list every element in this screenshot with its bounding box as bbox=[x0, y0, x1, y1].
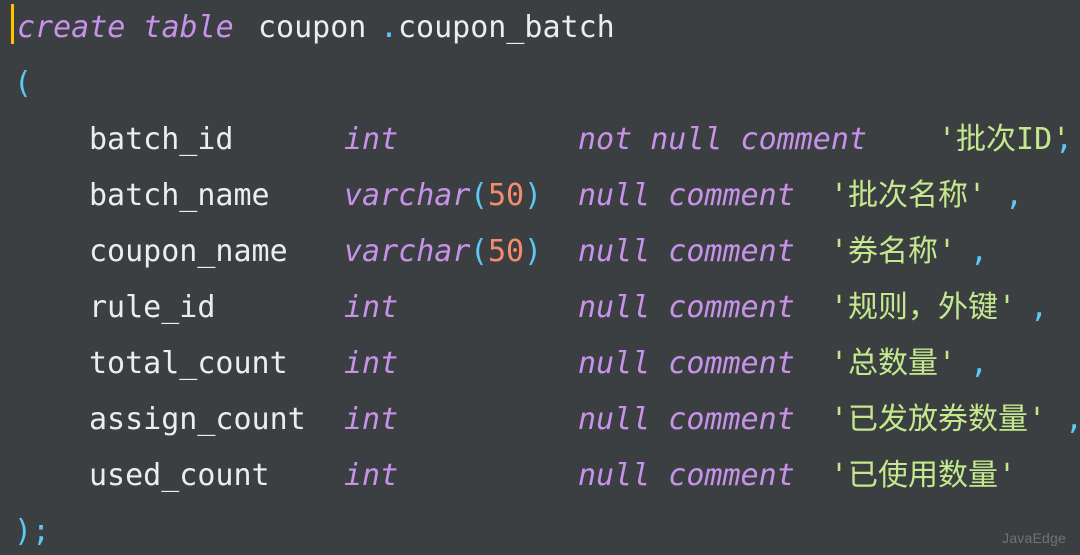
column-name: batch_id bbox=[89, 122, 234, 157]
column-type: varchar bbox=[344, 178, 471, 213]
column-name: rule_id bbox=[89, 290, 216, 325]
type-paren-open: ( bbox=[470, 234, 489, 269]
table-name: coupon_batch bbox=[398, 10, 615, 45]
column-trailing-comma: , bbox=[1030, 290, 1049, 325]
column-name: coupon_name bbox=[89, 234, 288, 269]
type-length: 50 bbox=[488, 234, 525, 269]
column-comment: '批次ID' bbox=[938, 122, 1071, 157]
type-length: 50 bbox=[488, 178, 525, 213]
sql-code-editor[interactable]: create table coupon . coupon_batch ( bat… bbox=[0, 0, 1080, 555]
column-type: varchar bbox=[344, 234, 471, 269]
column-nullability: null comment bbox=[578, 402, 795, 437]
code-line-column-batch-name[interactable]: batch_name varchar ( 50 ) null comment '… bbox=[0, 168, 1080, 224]
keyword-create-table: create table bbox=[17, 10, 234, 45]
schema-table-dot: . bbox=[380, 10, 399, 45]
watermark-label: JavaEdge bbox=[1002, 530, 1066, 546]
column-name: total_count bbox=[89, 346, 288, 381]
column-nullability: null comment bbox=[578, 290, 795, 325]
code-line-column-batch-id[interactable]: batch_id int not null comment '批次ID' , bbox=[0, 112, 1080, 168]
column-comment: '规则，外键' bbox=[830, 290, 1017, 325]
close-paren-semicolon: ); bbox=[14, 514, 51, 549]
column-type: int bbox=[344, 402, 399, 437]
column-trailing-comma: , bbox=[970, 234, 989, 269]
open-paren: ( bbox=[14, 66, 33, 101]
column-type: int bbox=[344, 458, 399, 493]
code-line-column-assign-count[interactable]: assign_count int null comment '已发放券数量' , bbox=[0, 392, 1080, 448]
code-line-column-coupon-name[interactable]: coupon_name varchar ( 50 ) null comment … bbox=[0, 224, 1080, 280]
code-line-open-paren[interactable]: ( bbox=[0, 56, 1080, 112]
column-nullability: not null comment bbox=[578, 122, 867, 157]
column-name: used_count bbox=[89, 458, 270, 493]
code-line-close-statement[interactable]: ); bbox=[0, 504, 1080, 555]
column-comment: '批次名称' bbox=[830, 178, 987, 213]
code-line-column-total-count[interactable]: total_count int null comment '总数量' , bbox=[0, 336, 1080, 392]
column-trailing-comma: , bbox=[1065, 392, 1080, 448]
column-comment: '已使用数量' bbox=[830, 458, 1017, 493]
column-name: batch_name bbox=[89, 178, 270, 213]
type-paren-open: ( bbox=[470, 178, 489, 213]
code-line-column-used-count[interactable]: used_count int null comment '已使用数量' bbox=[0, 448, 1080, 504]
column-comment: '总数量' bbox=[830, 346, 957, 381]
column-nullability: null comment bbox=[578, 458, 795, 493]
schema-name: coupon bbox=[258, 10, 367, 45]
column-nullability: null comment bbox=[578, 346, 795, 381]
type-paren-close: ) bbox=[524, 234, 543, 269]
column-type: int bbox=[344, 290, 399, 325]
type-paren-close: ) bbox=[524, 178, 543, 213]
column-nullability: null comment bbox=[578, 178, 795, 213]
code-line-column-rule-id[interactable]: rule_id int null comment '规则，外键' , bbox=[0, 280, 1080, 336]
column-type: int bbox=[344, 346, 399, 381]
column-trailing-comma: , bbox=[1055, 122, 1074, 157]
column-trailing-comma: , bbox=[970, 346, 989, 381]
column-name: assign_count bbox=[89, 402, 306, 437]
column-nullability: null comment bbox=[578, 234, 795, 269]
code-line-create-table[interactable]: create table coupon . coupon_batch bbox=[0, 0, 1080, 56]
column-trailing-comma: , bbox=[1005, 178, 1024, 213]
column-comment: '已发放券数量' bbox=[830, 402, 1047, 437]
column-type: int bbox=[344, 122, 399, 157]
column-comment: '券名称' bbox=[830, 234, 957, 269]
